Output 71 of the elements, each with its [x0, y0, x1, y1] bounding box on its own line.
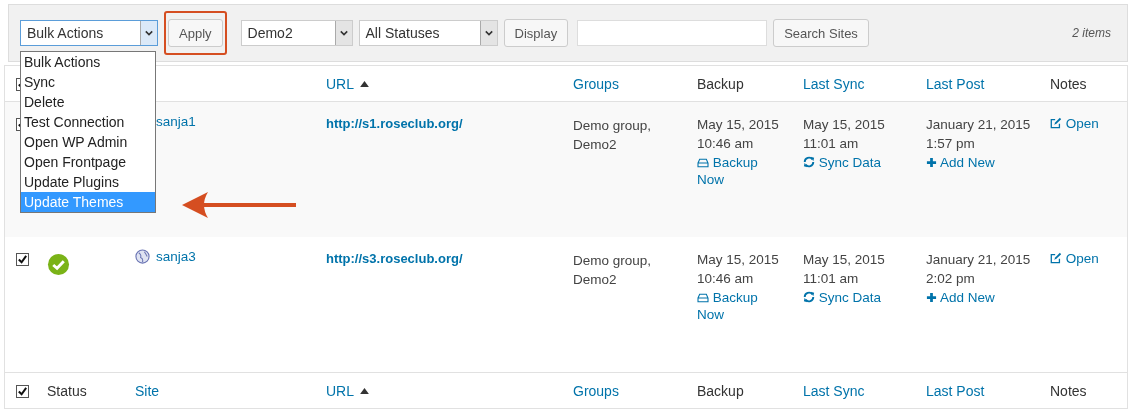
post-date: January 21, 2015	[926, 116, 1032, 133]
bulk-actions-select[interactable]: Bulk Actions	[20, 20, 158, 46]
checkbox[interactable]	[16, 385, 29, 398]
column-header[interactable]: Last Post	[926, 382, 985, 399]
site-link[interactable]: sanja3	[156, 249, 196, 264]
caret-icon	[339, 29, 348, 37]
column-header: Status	[47, 382, 87, 399]
apply-button[interactable]: Apply	[168, 19, 223, 47]
groups-text: Demo group, Demo2	[573, 252, 653, 289]
column-header: Notes	[1050, 75, 1087, 92]
checkbox[interactable]	[16, 253, 29, 266]
caret-icon	[145, 29, 153, 37]
url-link[interactable]: http://s1.roseclub.org/	[326, 116, 463, 131]
drive-icon	[697, 158, 709, 168]
search-sites-button[interactable]: Search Sites	[773, 19, 869, 47]
menu-option[interactable]: Sync	[21, 72, 155, 92]
column-header[interactable]: Last Sync	[803, 382, 865, 399]
post-time: 1:57 pm	[926, 135, 976, 152]
backup-date: May 15, 2015	[697, 116, 780, 133]
menu-option[interactable]: Open WP Admin	[21, 132, 155, 152]
refresh-icon	[803, 156, 815, 168]
menu-option[interactable]: Bulk Actions	[21, 52, 155, 72]
caret-icon	[484, 29, 493, 37]
menu-option[interactable]: Open Frontpage	[21, 152, 155, 172]
sync-time: 11:01 am	[803, 135, 860, 152]
edit-icon	[1050, 252, 1062, 264]
column-header: Notes	[1050, 382, 1087, 399]
group-select[interactable]: Demo2	[240, 20, 353, 46]
backup-now-link[interactable]: Backup Now	[697, 289, 777, 323]
post-date: January 21, 2015	[926, 251, 1032, 268]
sync-date: May 15, 2015	[803, 251, 886, 268]
status-select[interactable]: All Statuses	[358, 20, 498, 46]
refresh-icon	[803, 291, 815, 303]
open-notes-link[interactable]: Open	[1050, 116, 1099, 131]
column-header: Backup	[697, 75, 744, 92]
column-header[interactable]: Groups	[573, 75, 619, 92]
column-header[interactable]: URL	[326, 75, 369, 92]
add-new-link[interactable]: Add New	[926, 289, 1050, 306]
url-link[interactable]: http://s3.roseclub.org/	[326, 251, 463, 266]
column-header[interactable]: Site	[135, 382, 160, 399]
display-button[interactable]: Display	[503, 19, 569, 47]
menu-option[interactable]: Update Plugins	[21, 172, 155, 192]
search-field[interactable]	[577, 20, 768, 46]
edit-icon	[1050, 117, 1062, 129]
plus-icon	[926, 292, 937, 303]
sort-up-icon	[360, 387, 369, 394]
backup-time: 10:46 am	[697, 135, 755, 152]
menu-option[interactable]: Update Themes	[21, 192, 155, 212]
sort-up-icon	[360, 80, 369, 87]
groups-text: Demo group, Demo2	[573, 117, 653, 154]
column-header: Backup	[697, 382, 744, 399]
sync-time: 11:01 am	[803, 270, 860, 287]
column-header[interactable]: Last Post	[926, 75, 985, 92]
site-link[interactable]: sanja1	[156, 114, 196, 129]
backup-now-link[interactable]: Backup Now	[697, 154, 777, 188]
column-header[interactable]: Groups	[573, 382, 619, 399]
drive-icon	[697, 293, 709, 303]
plus-icon	[926, 157, 937, 168]
sync-data-link[interactable]: Sync Data	[803, 289, 926, 306]
sync-date: May 15, 2015	[803, 116, 886, 133]
backup-time: 10:46 am	[697, 270, 755, 287]
open-notes-link[interactable]: Open	[1050, 251, 1099, 266]
sync-data-link[interactable]: Sync Data	[803, 154, 926, 171]
column-header[interactable]: Last Sync	[803, 75, 865, 92]
column-header[interactable]: URL	[326, 382, 369, 399]
item-count: 2 items	[1072, 26, 1111, 40]
add-new-link[interactable]: Add New	[926, 154, 1050, 171]
menu-option[interactable]: Delete	[21, 92, 155, 112]
backup-date: May 15, 2015	[697, 251, 780, 268]
post-time: 2:02 pm	[926, 270, 976, 287]
menu-option[interactable]: Test Connection	[21, 112, 155, 132]
